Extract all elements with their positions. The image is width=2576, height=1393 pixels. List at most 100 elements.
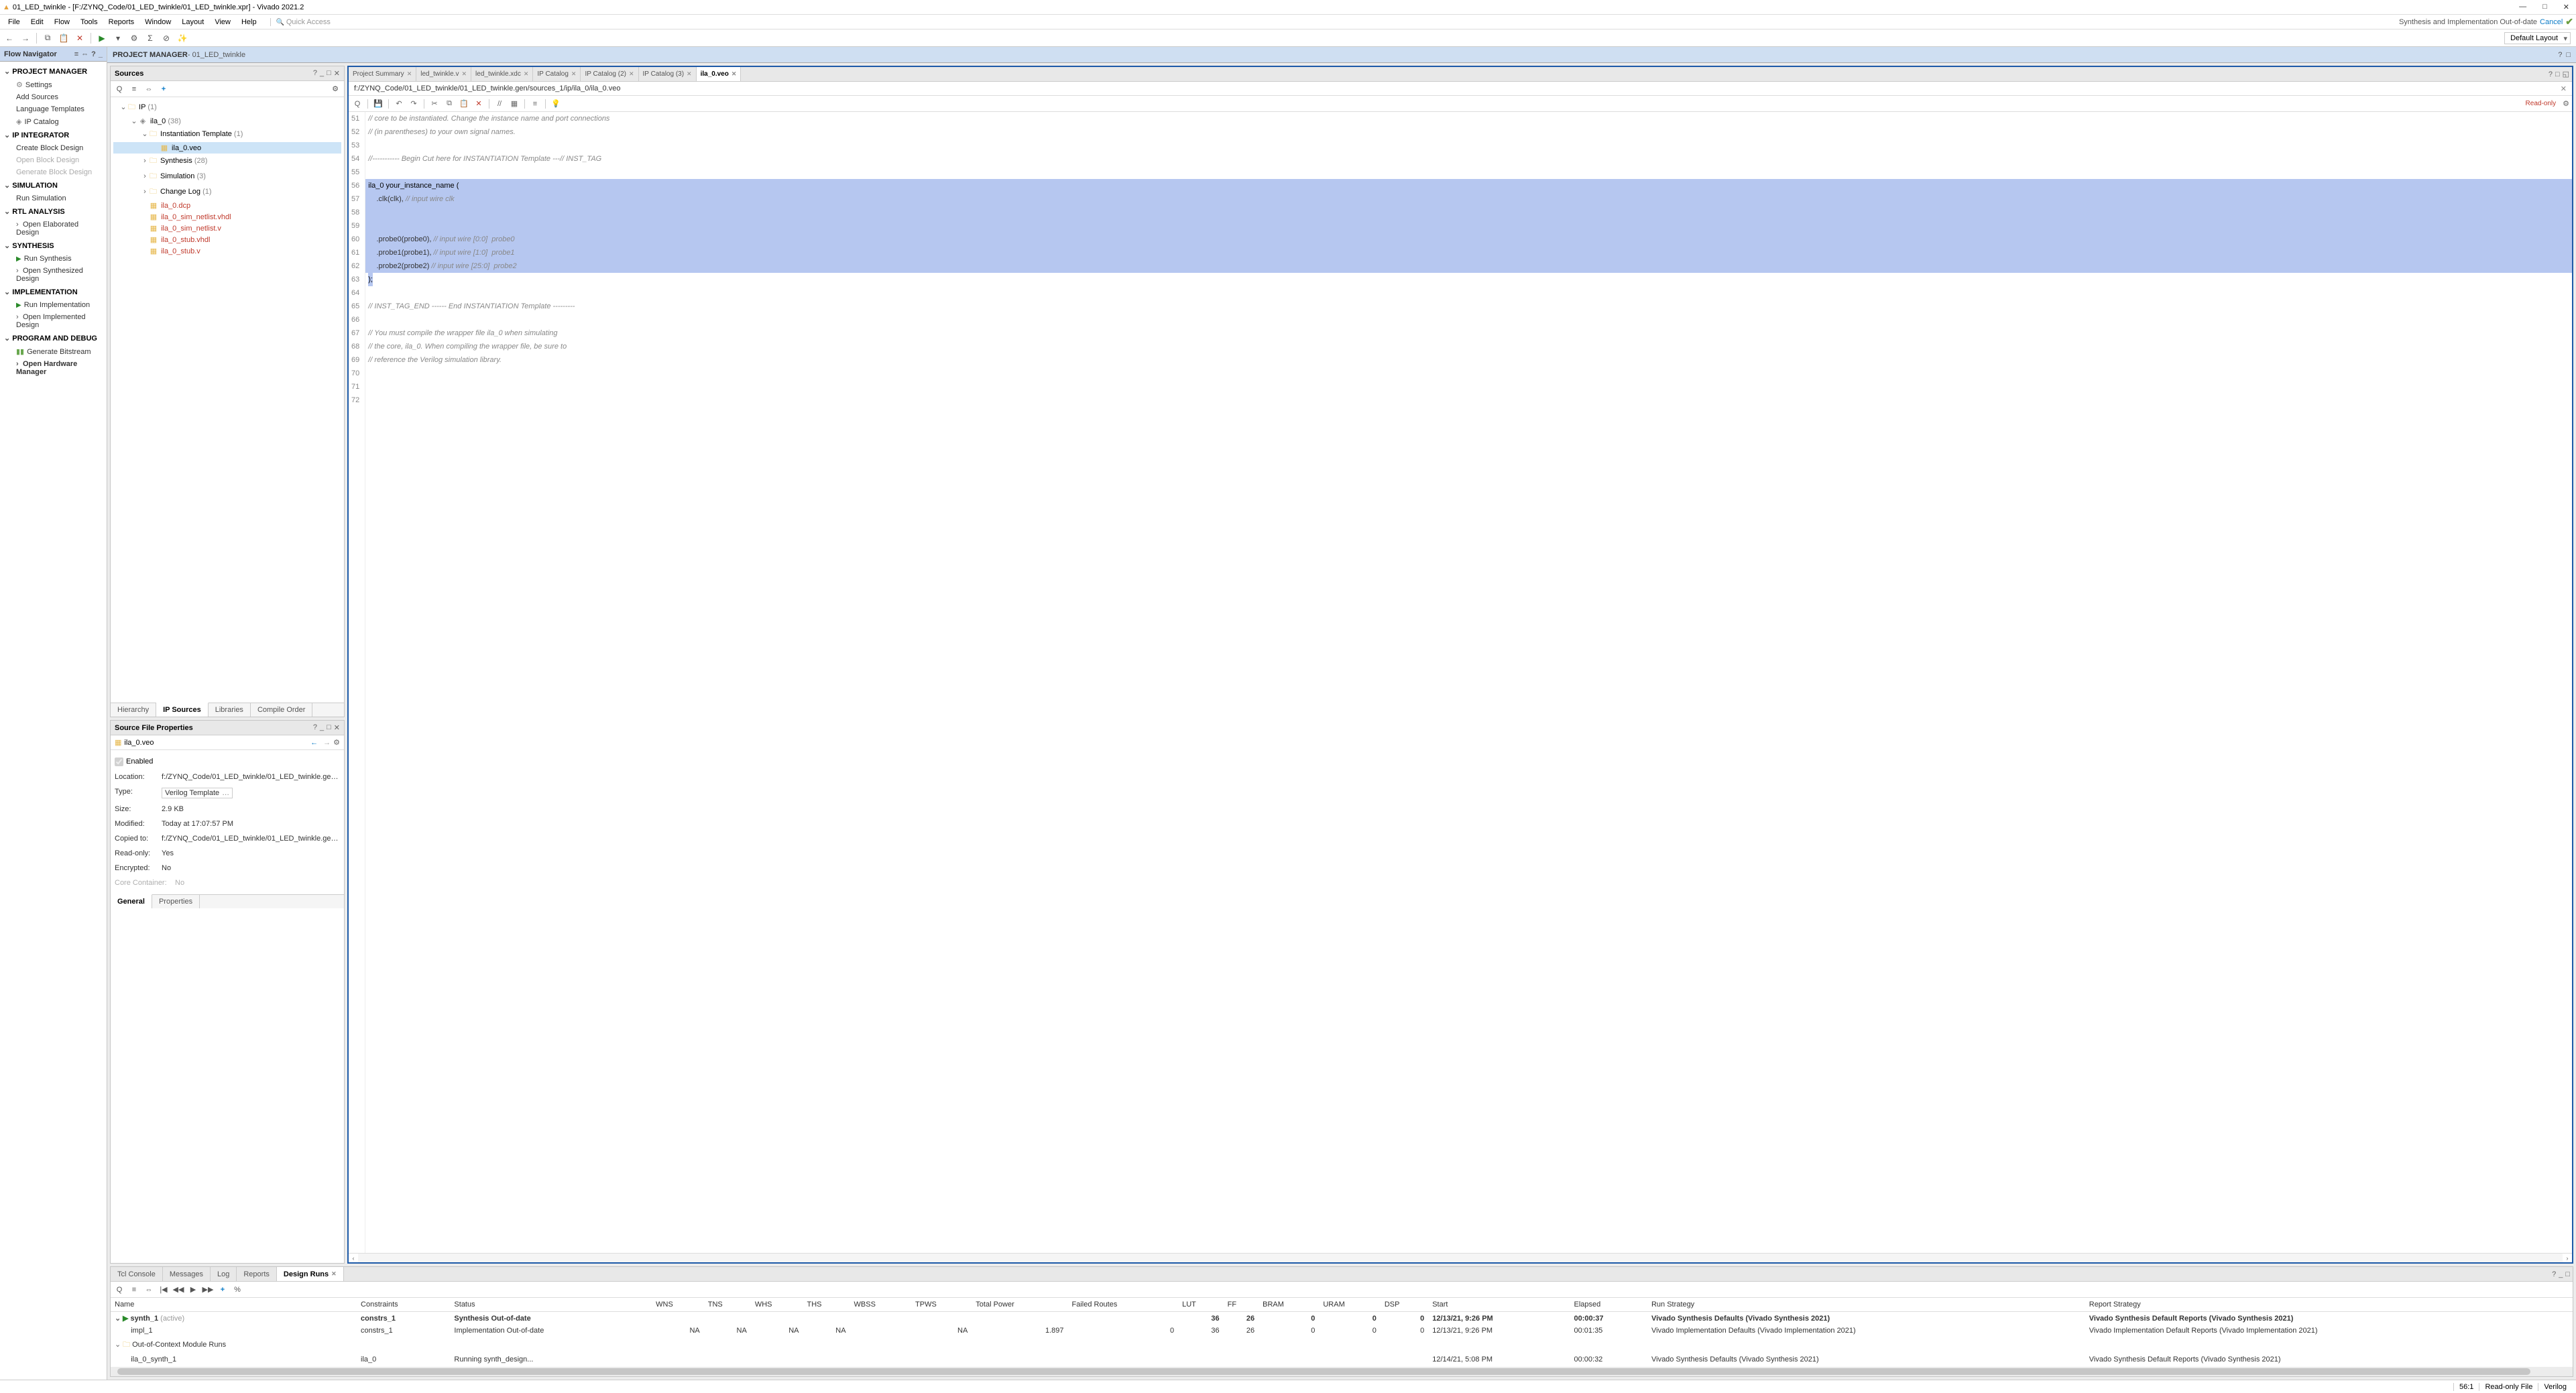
bottom-tab[interactable]: Design Runs✕ — [277, 1267, 344, 1281]
editor-indent-icon[interactable]: ≡ — [529, 98, 541, 110]
props-tab[interactable]: Properties — [152, 895, 200, 908]
bottom-help-icon[interactable]: ? — [2552, 1270, 2556, 1278]
sources-help-icon[interactable]: ? — [313, 69, 317, 78]
flow-item[interactable]: Language Templates — [0, 103, 107, 115]
sources-search-icon[interactable]: Q — [113, 83, 125, 95]
source-tree-node[interactable]: ⌄🗀 IP (1) — [113, 100, 341, 115]
runs-column-header[interactable]: Elapsed — [1570, 1298, 1647, 1312]
props-close-icon[interactable]: ✕ — [334, 723, 340, 732]
editor-format-icon[interactable]: ▦ — [508, 98, 520, 110]
runs-column-header[interactable]: Constraints — [357, 1298, 450, 1312]
cancel-link[interactable]: Cancel — [2540, 18, 2563, 26]
source-tree-node[interactable]: ▦ ila_0_sim_netlist.v — [113, 223, 341, 234]
runs-column-header[interactable]: WNS — [652, 1298, 704, 1312]
sources-tab[interactable]: Hierarchy — [111, 703, 156, 717]
editor-copy-icon[interactable]: ⧉ — [443, 98, 455, 110]
editor-cut-icon[interactable]: ✂ — [428, 98, 441, 110]
sigma-button[interactable]: Σ — [143, 32, 157, 45]
sources-tab[interactable]: Libraries — [209, 703, 251, 717]
menu-edit[interactable]: Edit — [25, 18, 49, 26]
tab-close-icon[interactable]: ✕ — [462, 70, 467, 78]
layout-selector[interactable]: Default Layout — [2504, 32, 2571, 44]
flow-category[interactable]: SIMULATION — [0, 178, 107, 192]
runs-column-header[interactable]: URAM — [1319, 1298, 1380, 1312]
flow-item[interactable]: ▶Run Synthesis — [0, 253, 107, 265]
runs-column-header[interactable]: Total Power — [972, 1298, 1067, 1312]
props-maximize-icon[interactable]: □ — [327, 723, 331, 732]
editor-redo-icon[interactable]: ↷ — [408, 98, 420, 110]
editor-paste-icon[interactable]: 📋 — [458, 98, 470, 110]
runs-column-header[interactable]: Name — [111, 1298, 357, 1312]
runs-run-icon[interactable]: ▶ — [187, 1284, 199, 1296]
runs-column-header[interactable]: LUT — [1178, 1298, 1224, 1312]
sources-maximize-icon[interactable]: □ — [327, 69, 331, 78]
sources-minimize-icon[interactable]: _ — [320, 69, 324, 78]
sources-settings-icon[interactable]: ⚙ — [329, 83, 341, 95]
run-dropdown[interactable]: ▾ — [111, 32, 125, 45]
bottom-tab[interactable]: Tcl Console — [111, 1267, 163, 1281]
sources-add-icon[interactable]: + — [158, 83, 170, 95]
menu-file[interactable]: File — [3, 18, 25, 26]
runs-column-header[interactable]: FF — [1224, 1298, 1258, 1312]
flow-item[interactable]: ⚙Settings — [0, 78, 107, 91]
props-settings-icon[interactable]: ⚙ — [333, 738, 340, 747]
tab-close-icon[interactable]: ✕ — [571, 70, 577, 78]
flow-item[interactable]: ▮▮Generate Bitstream — [0, 345, 107, 358]
runs-collapse-icon[interactable]: ≡ — [128, 1284, 140, 1296]
sources-close-icon[interactable]: ✕ — [334, 69, 340, 78]
runs-column-header[interactable]: TNS — [704, 1298, 751, 1312]
tab-close-icon[interactable]: ✕ — [687, 70, 692, 78]
menu-help[interactable]: Help — [236, 18, 262, 26]
flow-category[interactable]: PROGRAM AND DEBUG — [0, 331, 107, 345]
menu-reports[interactable]: Reports — [103, 18, 140, 26]
runs-first-icon[interactable]: |◀ — [158, 1284, 170, 1296]
runs-column-header[interactable]: DSP — [1381, 1298, 1428, 1312]
bottom-hscrollbar[interactable] — [111, 1367, 2573, 1376]
copy-button[interactable]: ⧉ — [41, 32, 54, 45]
runs-column-header[interactable]: BRAM — [1258, 1298, 1319, 1312]
runs-prev-icon[interactable]: ◀◀ — [172, 1284, 184, 1296]
table-row[interactable]: ila_0_synth_1ila_0Running synth_design..… — [111, 1353, 2573, 1366]
runs-search-icon[interactable]: Q — [113, 1284, 125, 1296]
source-tree-node[interactable]: ▦ ila_0_sim_netlist.vhdl — [113, 211, 341, 223]
tab-close-icon[interactable]: ✕ — [731, 70, 737, 78]
bottom-tab[interactable]: Messages — [163, 1267, 211, 1281]
flow-nav-help-icon[interactable]: ? — [91, 50, 96, 58]
flow-item[interactable]: ›Open Synthesized Design — [0, 265, 107, 285]
runs-percent-icon[interactable]: % — [231, 1284, 243, 1296]
editor-tab[interactable]: IP Catalog (3)✕ — [639, 67, 697, 81]
editor-tab[interactable]: led_twinkle.xdc✕ — [471, 67, 533, 81]
flow-nav-collapse-icon[interactable]: ≡ — [74, 50, 78, 58]
sources-tab[interactable]: Compile Order — [251, 703, 313, 717]
editor-tab[interactable]: Project Summary✕ — [349, 67, 416, 81]
bottom-tab[interactable]: Reports — [237, 1267, 277, 1281]
back-button[interactable]: ← — [3, 32, 16, 45]
props-minimize-icon[interactable]: _ — [320, 723, 324, 732]
runs-column-header[interactable]: THS — [803, 1298, 850, 1312]
runs-column-header[interactable]: TPWS — [911, 1298, 972, 1312]
flow-item[interactable]: ▶Run Implementation — [0, 299, 107, 311]
editor-path-close[interactable]: ✕ — [2561, 84, 2567, 93]
maximize-button[interactable]: □ — [2538, 3, 2551, 11]
menu-view[interactable]: View — [209, 18, 236, 26]
runs-column-header[interactable]: Status — [450, 1298, 652, 1312]
runs-column-header[interactable]: Run Strategy — [1647, 1298, 2085, 1312]
flow-item[interactable]: ◈IP Catalog — [0, 115, 107, 128]
close-button[interactable]: ✕ — [2559, 3, 2573, 11]
settings-button[interactable]: ⚙ — [127, 32, 141, 45]
menu-flow[interactable]: Flow — [49, 18, 75, 26]
props-prev-button[interactable]: ← — [308, 739, 320, 747]
tab-close-icon[interactable]: ✕ — [524, 70, 529, 78]
editor-tab[interactable]: IP Catalog✕ — [533, 67, 581, 81]
editor-save-icon[interactable]: 💾 — [372, 98, 384, 110]
flow-nav-expand-icon[interactable]: ⇔ — [81, 50, 89, 58]
flow-category[interactable]: IP INTEGRATOR — [0, 128, 107, 142]
runs-column-header[interactable]: Report Strategy — [2085, 1298, 2573, 1312]
pm-maximize-icon[interactable]: □ — [2566, 51, 2571, 59]
sources-tab[interactable]: IP Sources — [156, 703, 209, 717]
editor-tab[interactable]: ila_0.veo✕ — [697, 67, 742, 81]
editor-search-icon[interactable]: Q — [351, 98, 363, 110]
flow-item[interactable]: Add Sources — [0, 91, 107, 103]
forward-button[interactable]: → — [19, 32, 32, 45]
editor-maximize-icon[interactable]: □ — [2555, 70, 2560, 78]
